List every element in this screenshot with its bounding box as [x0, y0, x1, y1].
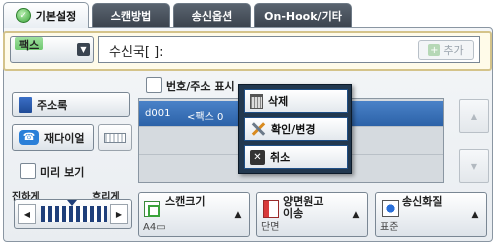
contrast-decrease-button[interactable]: ◀ — [18, 204, 36, 224]
scan-size-button[interactable]: 스캔크기 A4▭ ▲ — [138, 192, 250, 237]
confirm-change-menu-item[interactable]: 확인/변경 — [244, 117, 348, 141]
duplex-value: 단면 — [261, 222, 280, 233]
close-icon: ✕ — [250, 149, 265, 165]
add-label: 추가 — [443, 44, 464, 57]
redial-button[interactable]: ☎ 재다이얼 — [12, 124, 94, 151]
chevron-up-icon: ▲ — [234, 210, 242, 220]
phone-icon: ☎ — [19, 130, 39, 145]
quality-icon — [382, 200, 399, 217]
tab-label: 송신옵션 — [191, 9, 233, 23]
duplex-icon — [263, 200, 279, 218]
scan-size-value: A4▭ — [143, 222, 166, 233]
contrast-indicator-icon — [67, 200, 77, 206]
tab-label: 기본설정 — [35, 9, 77, 23]
list-item-name: <팩스 0 — [187, 112, 224, 123]
fax-type-dropdown[interactable]: 팩스 ▼ — [10, 36, 94, 63]
number-address-display-label: 번호/주소 표시 — [166, 80, 235, 93]
address-book-icon — [19, 96, 32, 113]
contrast-slider[interactable] — [41, 206, 107, 222]
tab-label: 스캔방법 — [110, 9, 152, 23]
tab-on-hook-other[interactable]: On-Hook/기타 — [254, 3, 352, 27]
scroll-up-button[interactable]: ▲ — [459, 99, 489, 133]
duplex-button[interactable]: 양면원고 이송 단면 ▲ — [256, 192, 368, 237]
contrast-control: ◀ ▶ — [14, 199, 132, 229]
check-icon: ✓ — [15, 8, 31, 23]
contrast-increase-button[interactable]: ▶ — [110, 204, 128, 224]
fax-type-label: 팩스 — [15, 37, 44, 52]
scroll-down-button[interactable]: ▼ — [459, 149, 489, 183]
chevron-up-icon: ▲ — [352, 210, 360, 220]
keyboard-icon — [104, 132, 126, 143]
scan-size-icon — [144, 201, 160, 217]
tools-icon — [250, 121, 266, 137]
preview-label: 미리 보기 — [40, 166, 85, 179]
cancel-label: 취소 — [270, 151, 291, 164]
quality-title: 송신화질 — [402, 195, 443, 208]
scan-size-title: 스캔크기 — [165, 195, 206, 208]
chevron-down-icon: ▼ — [77, 43, 90, 56]
number-address-display-checkbox[interactable] — [146, 77, 162, 93]
tab-scan-method[interactable]: 스캔방법 — [92, 3, 170, 27]
quality-value: 표준 — [380, 222, 399, 233]
add-button[interactable]: + 추가 — [418, 40, 474, 60]
send-quality-button[interactable]: 송신화질 표준 ▲ — [375, 192, 487, 237]
tab-basic-settings[interactable]: ✓ 기본설정 — [3, 2, 89, 28]
redial-label: 재다이얼 — [44, 131, 85, 145]
confirm-change-label: 확인/변경 — [271, 123, 316, 136]
list-item-id: d001 — [145, 108, 171, 119]
chevron-up-icon: ▲ — [471, 210, 479, 220]
duplex-title: 양면원고 이송 — [283, 195, 324, 220]
plus-icon: + — [428, 44, 441, 56]
preview-checkbox[interactable] — [20, 163, 36, 179]
cancel-menu-item[interactable]: ✕ 취소 — [244, 145, 348, 169]
delete-menu-item[interactable]: 삭제 — [244, 89, 348, 113]
context-menu: 삭제 확인/변경 ✕ 취소 — [238, 84, 352, 174]
trash-icon — [250, 93, 263, 109]
tab-send-options[interactable]: 송신옵션 — [173, 3, 251, 27]
keyboard-button[interactable] — [98, 124, 132, 151]
address-book-button[interactable]: 주소록 — [12, 92, 130, 117]
address-book-label: 주소록 — [37, 98, 68, 112]
tab-label: On-Hook/기타 — [264, 9, 342, 23]
delete-label: 삭제 — [268, 95, 289, 108]
